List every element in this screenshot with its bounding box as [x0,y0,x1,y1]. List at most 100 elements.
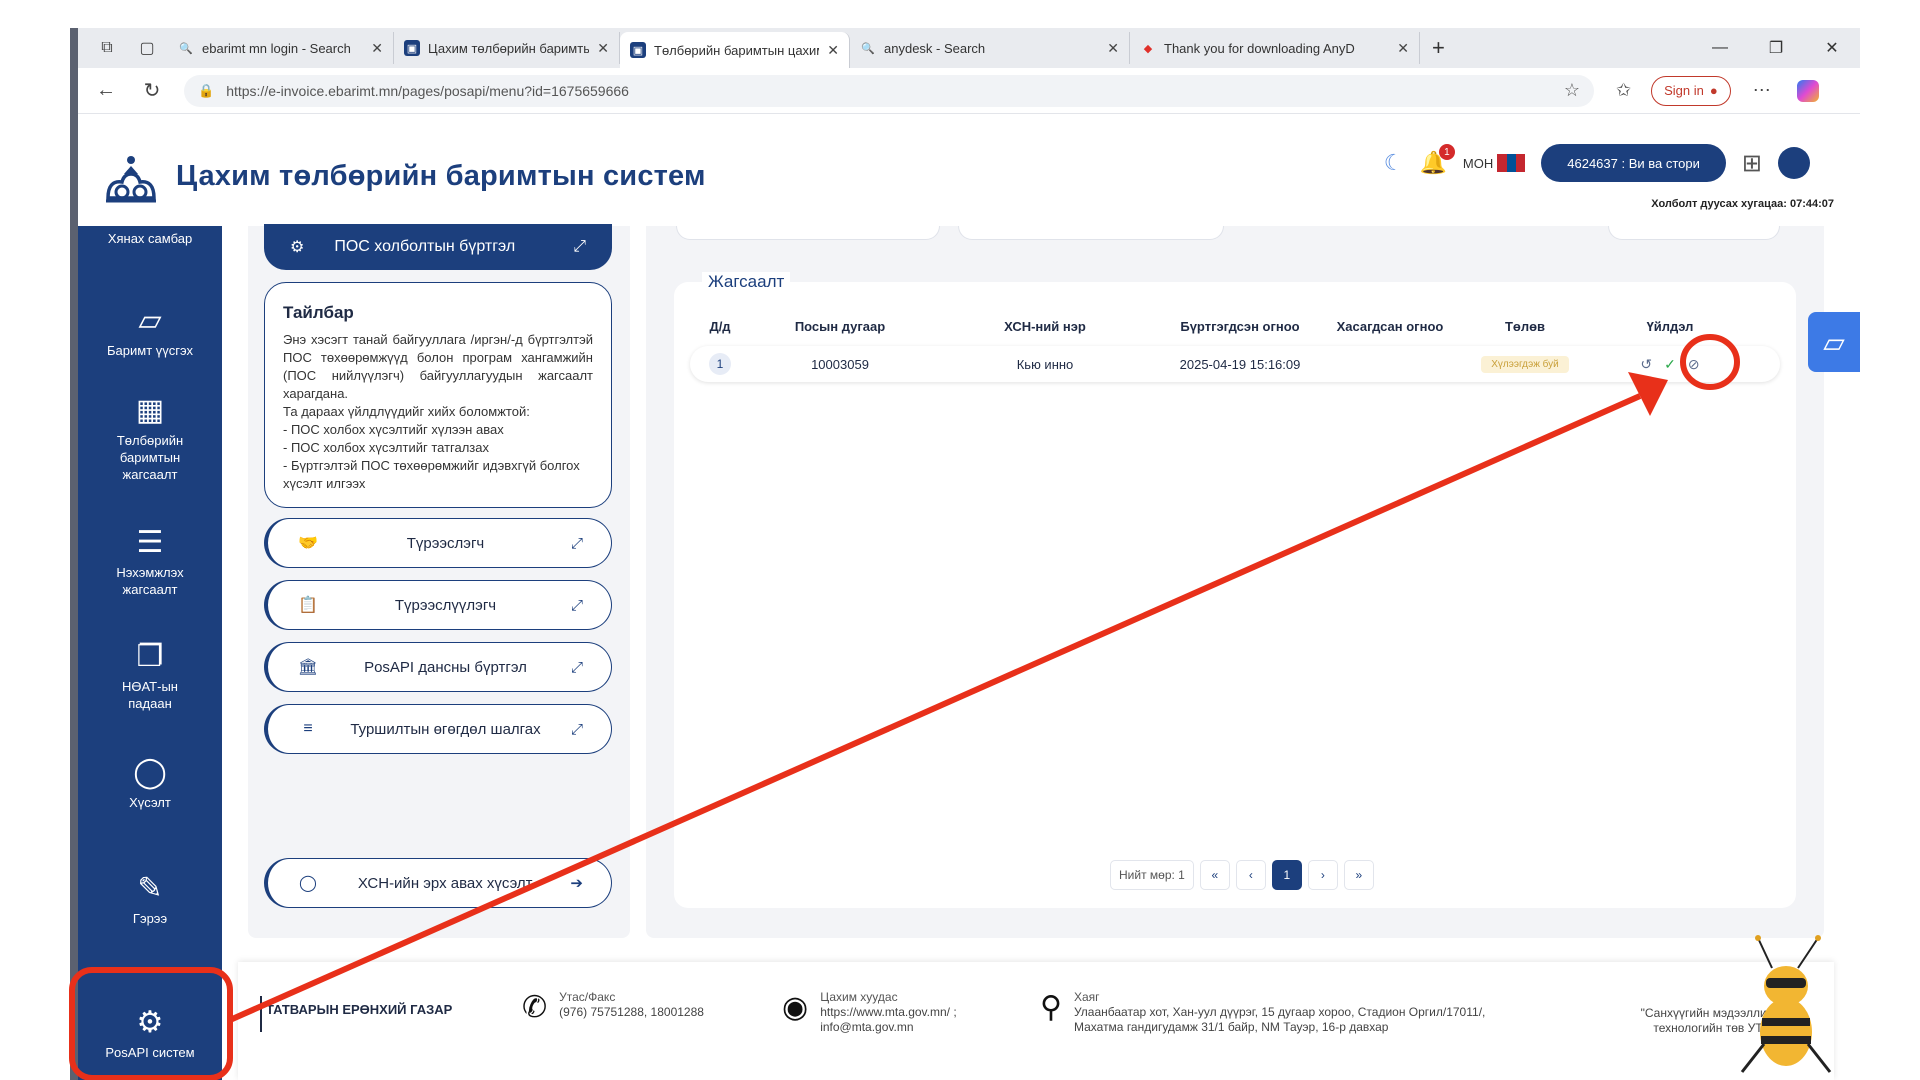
close-icon[interactable]: ✕ [1107,40,1119,57]
close-icon[interactable]: ✕ [1397,40,1409,57]
url-field[interactable]: 🔒 https://e-invoice.ebarimt.mn/pages/pos… [184,74,1594,107]
email-link[interactable]: info@mta.gov.mn [820,1020,957,1035]
tab-title: ebarimt mn login - Search [202,40,351,56]
refresh-icon[interactable]: ↻ [134,78,170,103]
restore-icon[interactable]: ❐ [1748,38,1804,58]
handshake-icon: 🤝 [298,535,318,552]
close-icon[interactable]: ✕ [597,40,609,57]
pagination: Нийт мөр: 1 « ‹ 1 › » [1110,860,1374,890]
menu-landlord[interactable]: 📋 Түрээслүүлэгч ⤢ [264,580,612,630]
menu-label: Түрээслэгч [406,534,485,552]
history-icon[interactable]: ↺ [1640,356,1652,373]
expand-icon: ⤢ [570,596,583,614]
workspaces-icon[interactable]: ⧉ [96,37,118,59]
receipt-icon: ▱ [1823,326,1845,358]
chrome-icon: ◉ [782,991,809,1024]
browser-tab[interactable]: ▣ Цахим төлбөрийн баримтын си ✕ [394,32,620,64]
site-header: Цахим төлбөрийн баримтын систем ☾ 🔔 1 МОН… [78,114,1860,226]
tab-actions-icon[interactable]: ▢ [136,37,158,59]
tab-title: anydesk - Search [884,40,986,56]
menu-tenant[interactable]: 🤝 Түрээслэгч ⤢ [264,518,612,568]
close-window-icon[interactable]: ✕ [1804,38,1860,58]
last-page-button[interactable]: » [1343,860,1374,890]
menu-label: PosAPI дансны бүртгэл [364,658,527,676]
back-icon[interactable]: ← [88,79,124,102]
window-edge [70,28,78,1080]
sidebar-item-dashboard[interactable]: Хянах самбар [78,230,222,247]
expand-icon: ⤢ [570,658,583,676]
address-value: Улаанбаатар хот, Хан-уул дүүрэг, 15 дуга… [1073,1005,1486,1034]
avatar[interactable] [1778,147,1810,179]
menu-posapi-account[interactable]: 🏛 PosAPI дансны бүртгэл ⤢ [264,642,612,692]
registered-date: 2025-04-19 15:16:09 [1179,356,1301,372]
web-link[interactable]: https://www.mta.gov.mn/ ; [820,1005,957,1020]
filter-card [958,226,1224,240]
column-header: Төлөв [1504,318,1546,334]
sidebar-item-posapi[interactable]: ⚙ PosAPI систем [78,1006,222,1061]
language-selector[interactable]: МОН [1463,154,1526,172]
browser-tab[interactable]: ◆ Thank you for downloading AnyD ✕ [1130,32,1420,64]
pos-number: 10003059 [811,356,869,372]
site-icon: ▣ [630,42,646,58]
close-icon[interactable]: ✕ [371,40,383,57]
reject-icon[interactable]: ⊘ [1688,356,1700,373]
chat-icon: ◯ [299,875,317,892]
address-label: Хаяг [1073,990,1100,1004]
description-item: - Бүртгэлтэй ПОС төхөөрөмжийг идэвхгүй б… [283,458,580,491]
description-item: - ПОС холбох хүсэлтийг татгалзах [283,440,490,455]
browser-tab[interactable]: 🔍 anydesk - Search ✕ [850,32,1130,64]
session-timer: Холболт дуусах хугацаа: 07:44:07 [1651,198,1834,210]
browser-tab[interactable]: 🔍 ebarimt mn login - Search ✕ [168,32,394,64]
dark-mode-icon[interactable]: ☾ [1384,150,1404,176]
status-cell: Хүлээгдэж буй [1460,355,1590,373]
row-index: 1 [709,353,731,375]
user-account-button[interactable]: 4624637 : Ви ва стори [1541,144,1726,182]
pos-connection-register-button[interactable]: ⚙ ПОС холболтын бүртгэл ⤢ [264,224,612,270]
description-title: Тайлбар [283,303,354,322]
floating-receipt-button[interactable]: ▱ [1808,312,1860,372]
sidebar-item-label: НӨАТ-ын падаан [122,679,178,711]
footer-phone: ✆ Утас/Факс (976) 75751288, 18001288 [522,990,704,1026]
first-page-button[interactable]: « [1199,860,1230,890]
description-text: Энэ хэсэгт танай байгууллага /иргэн/-д б… [283,332,593,401]
contract-icon: ✎ [137,872,163,905]
sidebar-item-create-receipt[interactable]: ▱ Баримт үүсгэх [78,304,222,359]
next-page-button[interactable]: › [1307,860,1338,890]
current-page-button[interactable]: 1 [1271,860,1302,890]
sidebar-item-invoice-list[interactable]: ☰ Нэхэмжлэх жагсаалт [78,526,222,598]
menu-test-data[interactable]: ≡ Туршилтын өгөгдөл шалгах ⤢ [264,704,612,754]
new-tab-button[interactable]: + [1432,35,1445,61]
request-access-button[interactable]: ◯ ХСН-ийн эрх авах хүсэлт ➔ [264,858,612,908]
tab-title: Thank you for downloading AnyD [1164,40,1355,56]
minimize-icon[interactable]: — [1692,39,1748,57]
close-icon[interactable]: ✕ [827,42,839,59]
sidebar-item-receipt-list[interactable]: ▦ Төлбөрийн баримтын жагсаалт [78,394,222,483]
sign-in-button[interactable]: Sign in ● [1651,75,1731,106]
notification-icon[interactable]: 🔔 1 [1420,144,1455,176]
sidebar-item-vat[interactable]: ❐ НӨАТ-ын падаан [78,640,222,712]
qr-icon: ▦ [135,394,165,427]
provider-name: Кью инно [1016,356,1074,372]
favorites-icon[interactable]: ✩ [1616,80,1631,101]
sidebar-item-requests[interactable]: ◯ Хүсэлт [78,756,222,811]
lock-icon: 🔒 [198,82,215,98]
copilot-icon[interactable] [1796,79,1819,102]
expand-icon: ⤢ [570,720,583,738]
browser-tab-bar: ⧉ ▢ 🔍 ebarimt mn login - Search ✕ ▣ Цахи… [78,28,1860,68]
browser-tab-active[interactable]: ▣ Төлбөрийн баримтын цахим си ✕ [620,32,850,68]
description-item: - ПОС холбох хүсэлтийг хүлээн авах [283,422,504,437]
button-label: ХСН-ийн эрх авах хүсэлт [357,874,533,892]
accept-icon[interactable]: ✓ [1664,356,1676,373]
sidebar-item-contract[interactable]: ✎ Гэрээ [78,872,222,927]
notification-badge: 1 [1438,144,1455,160]
column-header: ХСН-ний нэр [1004,318,1086,334]
address-bar: ← ↻ 🔒 https://e-invoice.ebarimt.mn/pages… [78,68,1860,114]
more-options-icon[interactable]: ⋯ [1753,80,1771,101]
column-header: Посын дугаар [794,318,886,334]
prev-page-button[interactable]: ‹ [1235,860,1266,890]
logo-icon [106,156,156,203]
sidebar-item-label: Нэхэмжлэх жагсаалт [116,565,184,597]
favorite-star-icon[interactable]: ☆ [1564,80,1580,101]
apps-grid-icon[interactable]: ⊞ [1742,149,1762,178]
menu-label: Туршилтын өгөгдөл шалгах [350,720,541,738]
